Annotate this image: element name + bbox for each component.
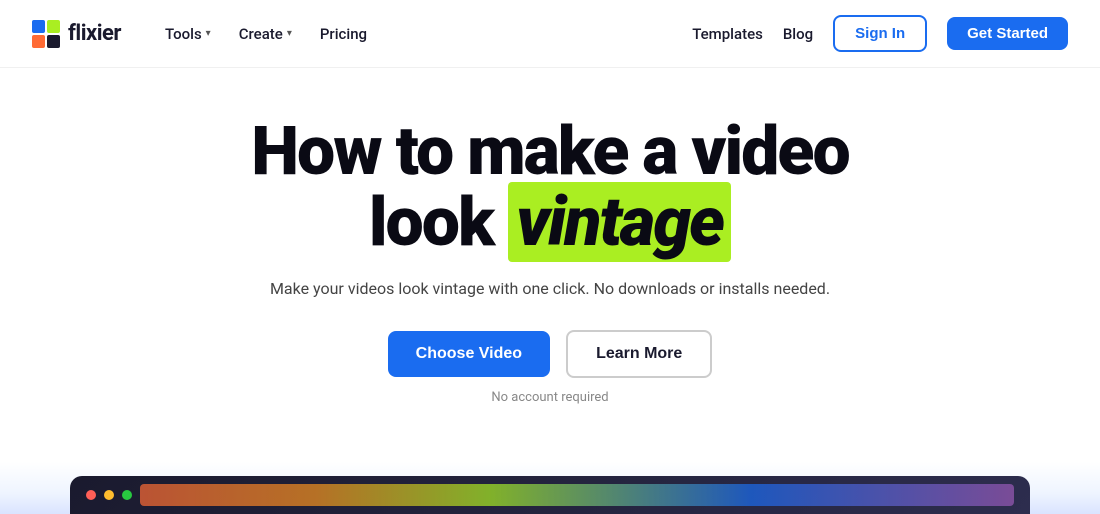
no-account-text: No account required <box>491 390 608 405</box>
nav-tools[interactable]: Tools ▾ <box>153 17 223 51</box>
hero-title: How to make a video look vintage <box>251 116 848 259</box>
hero-highlight-word: vintage <box>508 182 731 262</box>
create-chevron-icon: ▾ <box>287 28 292 39</box>
tools-chevron-icon: ▾ <box>206 28 211 39</box>
learn-more-button[interactable]: Learn More <box>566 330 712 378</box>
signin-button[interactable]: Sign In <box>833 15 927 52</box>
device-dot-yellow <box>104 490 114 500</box>
device-preview <box>70 476 1030 514</box>
hero-subtitle: Make your videos look vintage with one c… <box>270 279 830 298</box>
device-dot-green <box>122 490 132 500</box>
nav-templates[interactable]: Templates <box>692 25 763 43</box>
nav-create[interactable]: Create ▾ <box>227 17 304 51</box>
nav-blog[interactable]: Blog <box>783 25 813 43</box>
nav-right: Templates Blog Sign In Get Started <box>692 15 1068 52</box>
nav-pricing[interactable]: Pricing <box>308 17 379 51</box>
navbar: flixier Tools ▾ Create ▾ Pricing Templat… <box>0 0 1100 68</box>
hero-section: How to make a video look vintage Make yo… <box>0 68 1100 405</box>
hero-buttons: Choose Video Learn More <box>388 330 713 378</box>
logo-icon <box>32 20 60 48</box>
nav-left: Tools ▾ Create ▾ Pricing <box>153 17 692 51</box>
choose-video-button[interactable]: Choose Video <box>388 331 550 377</box>
getstarted-button[interactable]: Get Started <box>947 17 1068 50</box>
device-dot-red <box>86 490 96 500</box>
logo-text: flixier <box>68 21 121 46</box>
device-screen-preview <box>140 484 1014 506</box>
bottom-preview-bar <box>0 462 1100 514</box>
logo-link[interactable]: flixier <box>32 20 121 48</box>
